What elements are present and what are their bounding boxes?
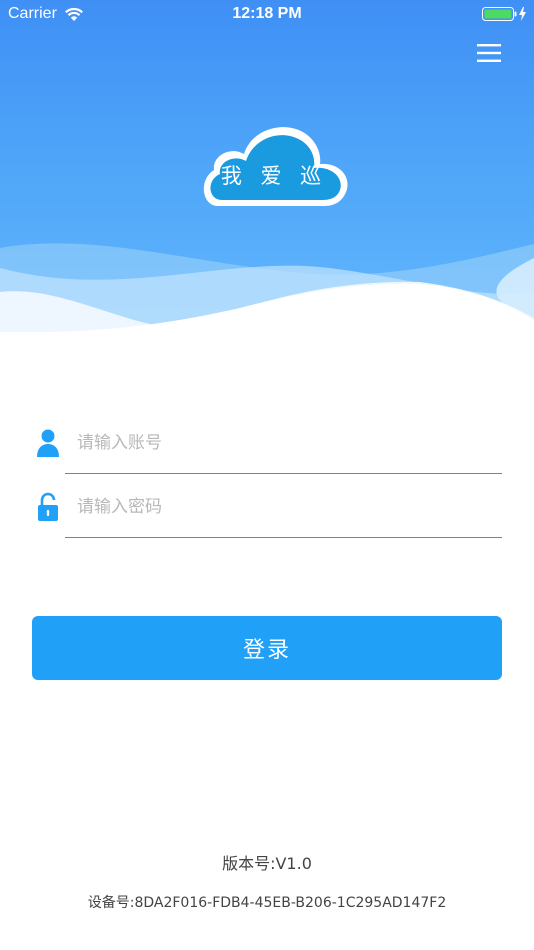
clock: 12:18 PM (232, 5, 302, 22)
password-input[interactable] (65, 476, 502, 538)
hamburger-menu-icon[interactable] (474, 40, 504, 66)
app-logo-text: 我 爱 巡 (220, 164, 328, 188)
version-label: 版本号:V1.0 (222, 854, 312, 873)
status-bar: Carrier 12:18 PM (0, 0, 534, 28)
unlock-icon (38, 492, 58, 521)
password-field (32, 476, 502, 538)
login-button[interactable]: 登录 (32, 616, 502, 680)
username-input[interactable] (65, 412, 502, 474)
header-banner: Carrier 12:18 PM 我 爱 巡 (0, 0, 534, 340)
battery-icon (482, 7, 526, 21)
user-icon (37, 429, 59, 457)
username-field (32, 412, 502, 474)
device-id-label: 设备号:8DA2F016-FDB4-45EB-B206-1C295AD147F2 (87, 895, 447, 911)
